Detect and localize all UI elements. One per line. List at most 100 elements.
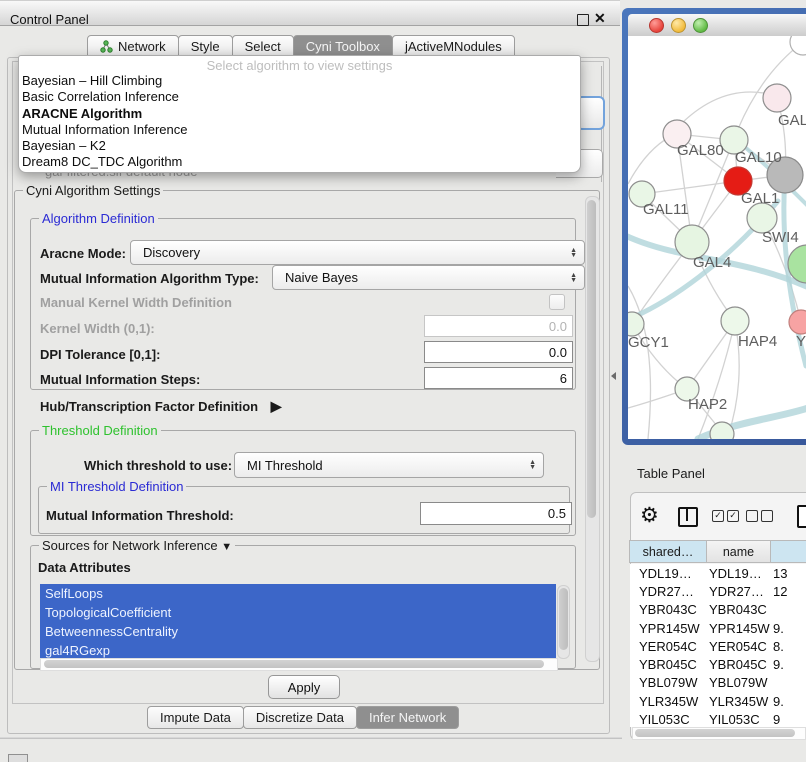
hub-definition-toggle[interactable]: Hub/Transcription Factor Definition ▶ xyxy=(40,398,282,415)
close-icon[interactable]: ✕ xyxy=(594,10,606,27)
table-body[interactable]: YDL19…YDL19…13YDR27…YDR27…12YBR043CYBR04… xyxy=(630,564,806,727)
column-header-partial[interactable] xyxy=(770,540,806,563)
tab-select-label: Select xyxy=(245,36,281,57)
tab-discretize-data-label: Discretize Data xyxy=(256,707,344,728)
dpi-tolerance-field[interactable]: 0.0 xyxy=(424,341,573,363)
table-cell: 12 xyxy=(769,584,806,599)
table-row[interactable]: YBL079WYBL079W xyxy=(630,674,806,692)
gear-icon[interactable]: ⚙ xyxy=(640,503,659,528)
maximize-traffic-light-icon[interactable] xyxy=(693,18,708,33)
attributes-hscrollbar-thumb[interactable] xyxy=(44,660,544,668)
network-node-hap4[interactable] xyxy=(721,307,749,335)
table-row[interactable]: YBR043CYBR043C xyxy=(630,601,806,619)
apply-button-label: Apply xyxy=(288,680,321,695)
mi-type-value: Naive Bayes xyxy=(285,270,358,285)
table-row[interactable]: YBR045CYBR045C9. xyxy=(630,655,806,673)
panel-divider xyxy=(0,737,622,739)
tab-style-label: Style xyxy=(191,36,220,57)
table-cell: YDL19… xyxy=(706,566,769,581)
mi-threshold-field[interactable]: 0.5 xyxy=(420,502,572,525)
attributes-hscrollbar[interactable] xyxy=(40,658,558,671)
node-label: SWI4 xyxy=(762,229,799,246)
deselect-all-checks-icon[interactable] xyxy=(746,510,773,522)
network-node[interactable] xyxy=(763,84,791,112)
kernel-width-field[interactable]: 0.0 xyxy=(424,315,573,337)
mi-steps-field[interactable]: 6 xyxy=(424,367,573,389)
attribute-list-item-selected[interactable]: SelfLoops xyxy=(40,584,556,603)
dropdown-item[interactable]: Bayesian – K2 xyxy=(19,138,580,154)
tab-infer-network[interactable]: Infer Network xyxy=(356,706,459,729)
table-row[interactable]: YDL19…YDL19…13 xyxy=(630,564,806,582)
network-canvas[interactable]: GAL GAL80 GAL10 GAL1 GAL11 SWI4 GAL4 GCY… xyxy=(628,36,806,439)
node-label: GAL11 xyxy=(643,201,689,218)
column-header-shared[interactable]: shared… xyxy=(629,540,707,563)
hub-definition-label: Hub/Transcription Factor Definition xyxy=(40,399,258,414)
minimize-traffic-light-icon[interactable] xyxy=(671,18,686,33)
tab-discretize-data[interactable]: Discretize Data xyxy=(243,706,357,729)
column-header-name[interactable]: name xyxy=(706,540,771,563)
manual-kernel-checkbox[interactable] xyxy=(549,294,565,310)
attribute-list-item-selected[interactable]: gal4RGexp xyxy=(40,641,556,658)
settings-scrollbar[interactable] xyxy=(585,196,600,662)
dropdown-item[interactable]: Bayesian – Hill Climbing xyxy=(19,73,580,89)
algorithm-definition-title: Algorithm Definition xyxy=(39,211,158,226)
columns-icon[interactable] xyxy=(678,507,698,527)
network-window-titlebar[interactable] xyxy=(628,14,806,37)
table-row[interactable]: YDR27…YDR27…12 xyxy=(630,582,806,600)
mi-type-combo[interactable]: Naive Bayes ▲▼ xyxy=(272,265,585,290)
settings-scrollbar-thumb[interactable] xyxy=(587,200,596,518)
apply-button[interactable]: Apply xyxy=(268,675,340,699)
node-label: GAL1 xyxy=(741,190,779,207)
expand-arrow-icon: ▶ xyxy=(271,398,282,414)
table-cell: YBR045C xyxy=(630,657,706,672)
table-cell: 9. xyxy=(769,694,806,709)
network-node[interactable] xyxy=(790,36,806,55)
tab-impute-data-label: Impute Data xyxy=(160,707,231,728)
data-attributes-list[interactable]: SelfLoopsTopologicalCoefficientBetweenne… xyxy=(40,584,556,658)
aracne-mode-value: Discovery xyxy=(143,245,200,260)
control-panel-title: Control Panel xyxy=(10,12,89,27)
threshold-definition-title: Threshold Definition xyxy=(39,423,161,438)
network-node[interactable] xyxy=(789,310,806,334)
attribute-list-item-selected[interactable]: TopologicalCoefficient xyxy=(40,603,556,622)
table-cell: YBR045C xyxy=(706,657,769,672)
table-row[interactable]: YPR145WYPR145W9. xyxy=(630,619,806,637)
dpi-tolerance-value: 0.0 xyxy=(549,345,567,360)
sources-group-title[interactable]: Sources for Network Inference ▼ xyxy=(39,538,235,553)
panel-grip-button[interactable] xyxy=(8,754,28,762)
table-row[interactable]: YER054CYER054C8. xyxy=(630,637,806,655)
dropdown-item[interactable]: Basic Correlation Inference xyxy=(19,89,580,105)
dropdown-item-selected[interactable]: ARACNE Algorithm xyxy=(19,106,580,122)
aracne-mode-combo[interactable]: Discovery ▲▼ xyxy=(130,240,585,265)
mi-threshold-label: Mutual Information Threshold: xyxy=(46,508,234,523)
float-window-icon[interactable] xyxy=(577,14,589,26)
table-cell: YDR27… xyxy=(630,584,706,599)
manual-kernel-label: Manual Kernel Width Definition xyxy=(40,295,232,310)
node-label: Y xyxy=(796,333,806,350)
attributes-vscrollbar-thumb[interactable] xyxy=(559,588,568,650)
dropdown-item[interactable]: Mutual Information Inference xyxy=(19,122,580,138)
file-icon[interactable] xyxy=(797,505,806,528)
tab-impute-data[interactable]: Impute Data xyxy=(147,706,244,729)
table-hscrollbar-thumb[interactable] xyxy=(635,729,795,737)
close-traffic-light-icon[interactable] xyxy=(649,18,664,33)
dropdown-item[interactable]: Dream8 DC_TDC Algorithm xyxy=(19,154,580,170)
table-header-row: shared… name xyxy=(630,540,806,563)
splitter-handle[interactable] xyxy=(611,372,616,380)
control-panel-bottom-tabs: Impute Data Discretize Data Infer Networ… xyxy=(148,706,459,729)
attributes-vscrollbar[interactable] xyxy=(557,585,570,659)
which-threshold-combo[interactable]: MI Threshold ▲▼ xyxy=(234,452,544,478)
attribute-list-item-selected[interactable]: BetweennessCentrality xyxy=(40,622,556,641)
dpi-tolerance-label: DPI Tolerance [0,1]: xyxy=(40,347,160,362)
collapse-arrow-icon: ▼ xyxy=(221,541,232,553)
combo-arrows-icon: ▲▼ xyxy=(570,273,577,283)
table-cell: YER054C xyxy=(630,639,706,654)
mi-steps-value: 6 xyxy=(560,371,567,386)
table-row[interactable]: YIL053CYIL053C9 xyxy=(630,710,806,727)
table-hscrollbar[interactable] xyxy=(632,727,806,740)
tab-cyni-toolbox-label: Cyni Toolbox xyxy=(306,36,380,57)
node-label: HAP4 xyxy=(738,333,777,350)
select-all-checks-icon[interactable]: ✓ ✓ xyxy=(712,510,739,522)
tab-network-label: Network xyxy=(118,36,166,57)
table-row[interactable]: YLR345WYLR345W9. xyxy=(630,692,806,710)
